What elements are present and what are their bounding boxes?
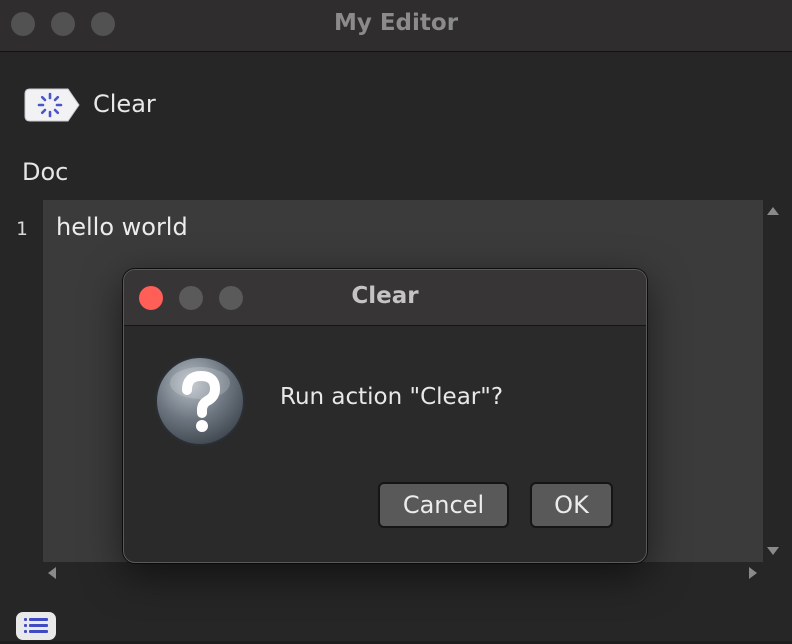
editor-window: My Editor Clear Doc 1 hello world Clear … [0, 0, 792, 641]
dialog-message: Run action "Clear"? [280, 384, 504, 410]
list-icon [24, 618, 48, 633]
scroll-right-arrow-icon[interactable] [749, 567, 757, 579]
window-title: My Editor [333, 10, 459, 36]
window-titlebar: My Editor [0, 0, 792, 52]
clear-action-label: Clear [93, 90, 156, 118]
scroll-left-arrow-icon[interactable] [48, 567, 56, 579]
scroll-down-arrow-icon[interactable] [767, 547, 779, 555]
question-icon [155, 356, 245, 446]
list-button[interactable] [16, 612, 56, 640]
horizontal-scrollbar[interactable] [43, 564, 763, 584]
scroll-up-arrow-icon[interactable] [767, 207, 779, 215]
confirm-dialog: Clear Run action "Clear"? Cancel OK [123, 269, 647, 563]
dialog-titlebar: Clear [124, 270, 646, 326]
editor-line-text[interactable]: hello world [56, 213, 188, 241]
line-number: 1 [16, 218, 28, 240]
ok-button[interactable]: OK [530, 482, 613, 528]
cancel-button[interactable]: Cancel [378, 482, 509, 528]
vertical-scrollbar[interactable] [763, 200, 783, 562]
spinner-badge-icon [24, 88, 80, 122]
dialog-title: Clear [351, 283, 419, 309]
doc-label: Doc [22, 158, 69, 186]
